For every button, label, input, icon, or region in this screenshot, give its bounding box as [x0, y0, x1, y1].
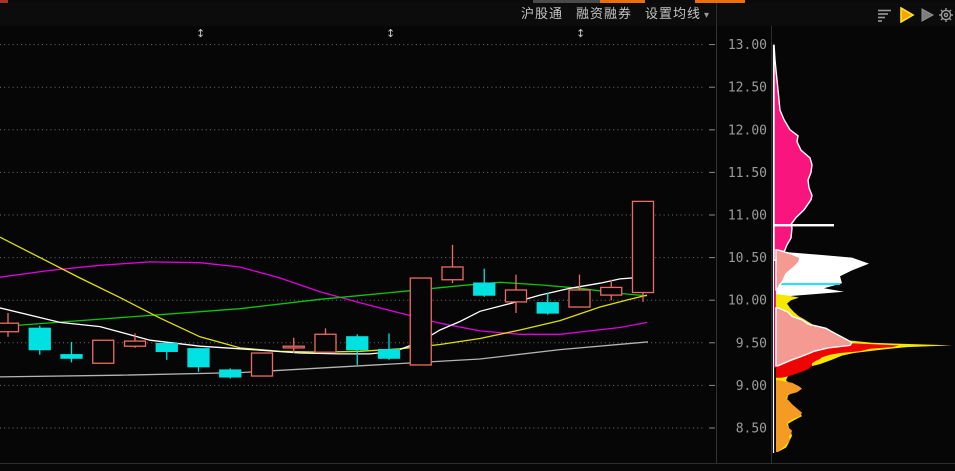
menu-item-set-ma[interactable]: 设置均线▾: [645, 3, 710, 26]
play-icon-active[interactable]: [899, 7, 915, 23]
candle-down: [29, 328, 50, 349]
price-axis-label: 13.00: [728, 38, 767, 53]
candle-down: [379, 350, 400, 359]
candle-down: [347, 337, 368, 350]
candle-down: [220, 370, 241, 377]
candle-up: [125, 341, 146, 346]
price-axis-label: 11.00: [728, 209, 767, 224]
menu-bar: 沪股通 融资融券 设置均线▾: [0, 3, 955, 27]
candle-up: [410, 278, 431, 365]
candle-up: [569, 290, 590, 307]
list-icon[interactable]: [877, 7, 893, 23]
chevron-down-icon: ▾: [704, 10, 710, 21]
price-axis-label: 10.00: [728, 294, 767, 309]
candle-up: [442, 267, 463, 280]
price-axis-label: 10.50: [728, 251, 767, 266]
updown-arrow-marker[interactable]: ↕: [196, 28, 205, 39]
candle-down: [474, 283, 495, 295]
price-axis-label: 12.50: [728, 81, 767, 96]
candle-up: [633, 201, 654, 292]
profile-cyan-line: [776, 283, 840, 285]
price-axis-label: 12.00: [728, 123, 767, 138]
panel-separator: [716, 3, 717, 26]
candle-up: [283, 346, 304, 348]
candle-up: [601, 287, 622, 295]
price-axis-label: 11.50: [728, 166, 767, 181]
gear-icon[interactable]: [938, 7, 954, 23]
kline-chart[interactable]: 13.00 12.50 12.00 11.50 11.00 10.50 10.00 9.50 9…: [0, 26, 955, 471]
updown-arrow-marker[interactable]: ↕: [386, 28, 395, 39]
candle-down: [537, 303, 558, 313]
menu-item-margin-trading[interactable]: 融资融券: [576, 3, 632, 26]
candle-up: [0, 323, 19, 332]
updown-arrow-marker[interactable]: ↕: [576, 28, 585, 39]
menu-item-hugutong[interactable]: 沪股通: [521, 3, 563, 26]
price-axis-label: 9.00: [736, 379, 767, 394]
candle-up: [506, 290, 527, 302]
play-icon-inactive[interactable]: [920, 7, 936, 23]
chart-background: [0, 26, 955, 463]
candle-down: [156, 344, 177, 352]
price-axis-label: 8.50: [736, 422, 767, 437]
price-axis-label: 9.50: [736, 336, 767, 351]
candle-up: [315, 334, 336, 352]
profile-white-spike: [774, 224, 834, 226]
stock-app-window: { "app": { "menu_items": [ {"label": "沪股…: [0, 0, 955, 471]
candle-down: [61, 355, 82, 358]
candle-up: [93, 340, 114, 363]
candle-down: [188, 349, 209, 367]
candle-up: [252, 353, 273, 376]
